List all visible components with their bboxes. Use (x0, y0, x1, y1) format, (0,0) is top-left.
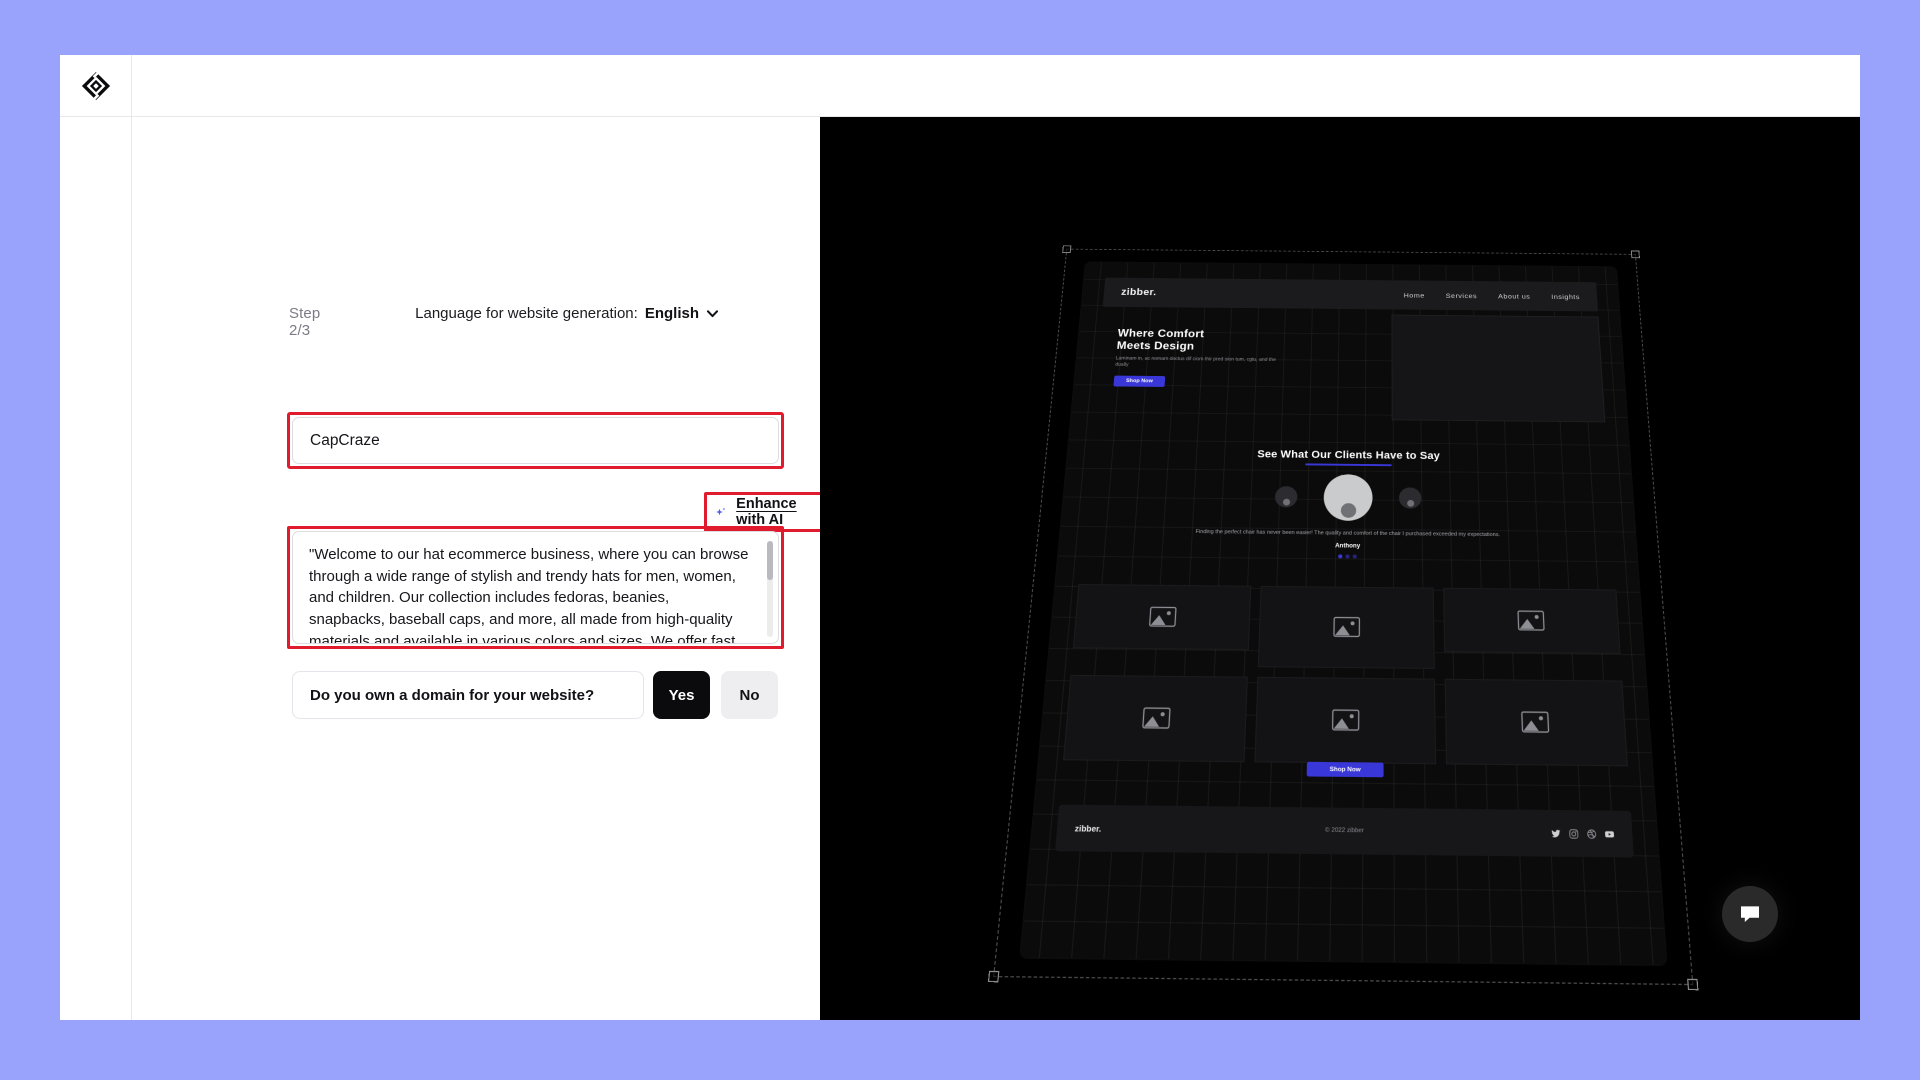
preview-nav-item-about[interactable]: About us (1498, 291, 1530, 299)
app-window: Step 2/3 Language for website generation… (60, 55, 1860, 1020)
preview-testimonials: See What Our Clients Have to Say Finding… (1079, 447, 1615, 579)
image-placeholder-icon (1142, 706, 1171, 728)
preview-site: zibber. Home Services About us Insights (1019, 260, 1668, 966)
language-value: English (644, 305, 699, 322)
preview-handle-tr[interactable] (1630, 250, 1640, 258)
language-label: Language for website generation: (415, 305, 638, 322)
twitter-icon[interactable] (1551, 827, 1562, 838)
preview-nav-item-insights[interactable]: Insights (1551, 292, 1580, 300)
gallery-cell-1[interactable] (1072, 583, 1252, 650)
domain-no-button[interactable]: No (721, 671, 778, 719)
business-description-textarea[interactable]: "Welcome to our hat ecommerce business, … (292, 531, 779, 644)
preview-nav-menu: Home Services About us Insights (1404, 291, 1580, 300)
preview-gallery (1062, 583, 1628, 766)
avatar-head-icon (1282, 498, 1290, 506)
preview-gallery-cta-button[interactable]: Shop Now (1306, 761, 1384, 777)
preview-handle-bl[interactable] (987, 970, 1000, 982)
preview-site-logo: zibber. (1120, 286, 1157, 298)
preview-testimonial-author: Anthony (1335, 542, 1361, 550)
preview-testimonials-underline (1305, 462, 1392, 466)
app-logo[interactable] (60, 55, 132, 116)
avatar-head-icon (1406, 499, 1414, 507)
description-scroll-thumb[interactable] (767, 541, 773, 580)
gallery-cell-5[interactable] (1254, 676, 1437, 764)
preview-footer-social (1551, 827, 1615, 838)
image-placeholder-icon (1333, 616, 1361, 637)
sparkle-icon (716, 506, 726, 515)
image-placeholder-icon (1521, 710, 1550, 732)
description-scrollbar[interactable] (767, 541, 773, 637)
topbar (60, 55, 1860, 117)
dribbble-icon[interactable] (1586, 828, 1597, 839)
carousel-dot-1[interactable] (1338, 553, 1343, 558)
preview-handle-tl[interactable] (1062, 244, 1072, 253)
preview-nav-item-home[interactable]: Home (1404, 291, 1425, 299)
carousel-dot-3[interactable] (1352, 554, 1357, 559)
preview-site-nav: zibber. Home Services About us Insights (1102, 277, 1599, 311)
preview-hero-cta-button[interactable]: Shop Now (1113, 375, 1166, 387)
diamond-logo-icon (81, 71, 110, 100)
chat-bubble-icon (1741, 906, 1759, 922)
form-inner: Step 2/3 Language for website generation… (132, 177, 872, 1020)
website-preview-pane: zibber. Home Services About us Insights (820, 117, 1860, 1020)
preview-perspective-wrapper: zibber. Home Services About us Insights (987, 244, 1699, 990)
domain-yes-button[interactable]: Yes (653, 671, 710, 719)
preview-site-footer: zibber. © 2022 zibber (1055, 804, 1634, 858)
language-selector[interactable]: Language for website generation: English (415, 305, 719, 322)
preview-hero-image (1391, 314, 1606, 422)
image-placeholder-icon (1517, 610, 1545, 631)
step-row: Step 2/3 Language for website generation… (289, 305, 719, 339)
enhance-with-ai-label: Enhance with AI (736, 496, 797, 528)
carousel-dot-2[interactable] (1345, 553, 1350, 558)
avatar-right[interactable] (1398, 486, 1422, 509)
preview-hero-subtitle: Laminam in, ac nomam doctus dif ciom thi… (1114, 355, 1276, 368)
gallery-cell-3[interactable] (1443, 587, 1621, 654)
left-rail (60, 117, 132, 1020)
enhance-with-ai-button[interactable]: Enhance with AI (711, 496, 820, 528)
preview-testimonial-avatars (1084, 471, 1612, 523)
step-indicator: Step 2/3 (289, 305, 321, 339)
preview-testimonial-dots (1081, 551, 1615, 560)
form-column: Step 2/3 Language for website generation… (132, 117, 872, 1020)
preview-footer-copyright: © 2022 zibber (1324, 826, 1364, 835)
avatar-main[interactable] (1323, 473, 1373, 521)
preview-hero-title-line2: Meets Design (1116, 338, 1195, 352)
domain-question-label: Do you own a domain for your website? (292, 671, 644, 719)
image-placeholder-icon (1331, 708, 1359, 730)
chevron-down-icon (706, 310, 719, 318)
body-row: Step 2/3 Language for website generation… (60, 117, 1860, 1020)
avatar-head-icon (1340, 502, 1356, 518)
preview-handle-br[interactable] (1687, 978, 1699, 990)
gallery-cell-6[interactable] (1444, 678, 1628, 766)
gallery-cell-2[interactable] (1257, 585, 1435, 669)
image-placeholder-icon (1148, 606, 1177, 627)
youtube-icon[interactable] (1604, 828, 1615, 839)
preview-testimonials-heading: See What Our Clients Have to Say (1257, 448, 1441, 462)
preview-hero-title: Where Comfort Meets Design (1116, 326, 1263, 352)
business-description-text: "Welcome to our hat ecommerce business, … (309, 546, 753, 644)
chat-widget-button[interactable] (1722, 886, 1778, 942)
preview-testimonial-quote: Finding the perfect chair has never been… (1195, 528, 1501, 538)
website-name-input[interactable]: CapCraze (292, 417, 779, 464)
domain-question-row: Do you own a domain for your website? Ye… (292, 671, 778, 719)
page-root: Step 2/3 Language for website generation… (0, 0, 1920, 1080)
preview-hero: Where Comfort Meets Design Laminam in, a… (1092, 306, 1607, 437)
instagram-icon[interactable] (1568, 828, 1579, 839)
preview-nav-item-services[interactable]: Services (1446, 291, 1478, 299)
avatar-left[interactable] (1274, 485, 1298, 508)
gallery-cell-4[interactable] (1062, 674, 1248, 762)
